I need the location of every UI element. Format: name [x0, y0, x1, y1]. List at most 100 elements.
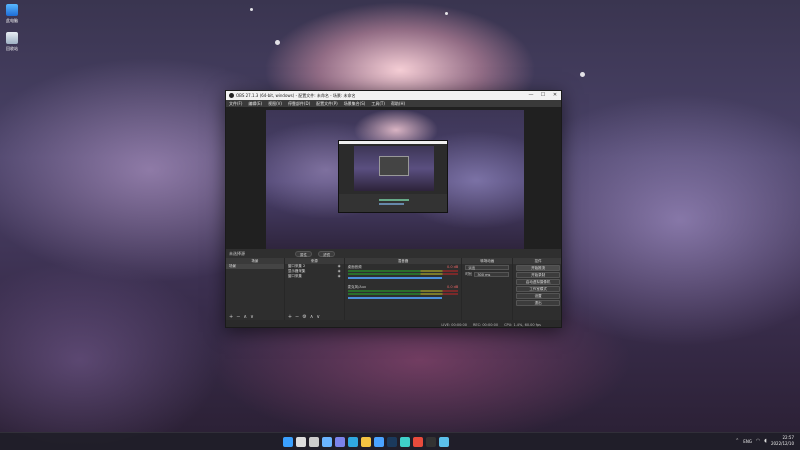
steam-icon[interactable] — [387, 437, 397, 447]
channel-level: 0.0 dB — [447, 285, 459, 289]
ime-indicator[interactable]: ENG — [743, 439, 752, 444]
menu-tools[interactable]: 工具(T) — [371, 101, 385, 107]
edge-icon[interactable] — [348, 437, 358, 447]
scenes-dock: 场景 场景 + − ∧ ∨ — [226, 258, 284, 320]
sparkle — [445, 12, 448, 15]
program-preview[interactable] — [266, 110, 524, 253]
system-tray: ⌃ ENG ◠ ◖ 22:57 2022/12/10 — [735, 435, 794, 447]
menu-help[interactable]: 帮助(H) — [391, 101, 405, 107]
source-toolbar: 未选择源 属性 滤镜 — [226, 249, 561, 258]
studio-mode-button[interactable]: 工作室模式 — [516, 286, 560, 292]
source-item-label: 显示器采集 — [287, 269, 306, 273]
rec-status: REC: 00:00:00 — [472, 322, 499, 327]
nested-preview — [354, 146, 434, 191]
close-button[interactable]: ✕ — [549, 91, 561, 100]
sparkle — [275, 40, 280, 45]
computer-icon — [6, 4, 18, 16]
taskbar-apps — [283, 437, 449, 447]
settings-button[interactable]: 设置 — [516, 293, 560, 299]
source-item[interactable]: ◉ 窗口采集 — [285, 274, 344, 279]
visibility-eye-icon[interactable]: ◉ — [338, 274, 341, 279]
chevron-up-icon[interactable]: ⌃ — [735, 438, 739, 444]
menu-scene-collection[interactable]: 场景集合(S) — [344, 101, 366, 107]
source-item-label: 窗口采集 2 — [287, 264, 306, 268]
add-source-button[interactable]: + — [288, 314, 292, 320]
remove-source-button[interactable]: − — [295, 314, 299, 320]
taskbar: ⌃ ENG ◠ ◖ 22:57 2022/12/10 — [0, 432, 800, 450]
nested-meter — [379, 199, 409, 201]
volume-slider[interactable] — [347, 297, 442, 299]
transition-type-select[interactable]: 淡出 — [465, 265, 510, 270]
chrome-icon[interactable] — [413, 437, 423, 447]
live-status: LIVE: 00:00:00 — [441, 322, 467, 327]
app-icon[interactable] — [400, 437, 410, 447]
menu-view[interactable]: 视图(V) — [268, 101, 282, 107]
desktop-icon-recycle-bin[interactable]: 回收站 — [3, 32, 21, 52]
sparkle — [250, 8, 253, 11]
move-scene-up-button[interactable]: ∧ — [243, 314, 247, 320]
desktop-icon-this-pc[interactable]: 此电脑 — [3, 4, 21, 24]
duration-label: 时长 — [465, 272, 473, 276]
move-source-down-button[interactable]: ∨ — [316, 314, 320, 320]
sources-dock: 来源 ◉ 窗口采集 2 ◉ 显示器采集 ◉ 窗口采集 + − ⚙ ∧ ∨ — [284, 258, 344, 320]
status-bar: LIVE: 00:00:00 REC: 00:00:00 CPU: 1.4%, … — [226, 320, 561, 327]
sparkle — [580, 72, 585, 77]
channel-level: 0.0 dB — [447, 265, 459, 269]
move-source-up-button[interactable]: ∧ — [310, 314, 314, 320]
search-icon[interactable] — [296, 437, 306, 447]
no-source-label: 未选择源 — [229, 250, 245, 256]
bottom-docks: 场景 场景 + − ∧ ∨ 来源 ◉ 窗口采集 2 ◉ 显示器采集 ◉ 窗口采集 + … — [226, 258, 561, 320]
volume-icon[interactable]: ◖ — [764, 438, 767, 444]
store-icon[interactable] — [374, 437, 384, 447]
wifi-icon[interactable]: ◠ — [756, 438, 760, 444]
desktop-icon-label: 此电脑 — [6, 18, 18, 23]
nested-meter — [379, 203, 404, 205]
menu-profile[interactable]: 配置文件(P) — [316, 101, 338, 107]
controls-dock: 控件 开始推流 开始录制 启动虚拟摄像机 工作室模式 设置 退出 — [513, 258, 561, 320]
scenes-footer: + − ∧ ∨ — [226, 313, 284, 320]
duration-input[interactable]: 300 ms — [474, 272, 510, 277]
volume-meter — [347, 290, 459, 292]
start-streaming-button[interactable]: 开始推流 — [516, 265, 560, 271]
widgets-icon[interactable] — [322, 437, 332, 447]
preview-area — [226, 107, 561, 253]
transition-type-row: 淡出 — [462, 264, 512, 271]
move-scene-down-button[interactable]: ∨ — [250, 314, 254, 320]
start-virtual-camera-button[interactable]: 启动虚拟摄像机 — [516, 279, 560, 285]
channel-name: 麦克风/Aux — [347, 285, 367, 289]
title-bar[interactable]: OBS 27.1.3 (64-bit, windows) - 配置文件: 未命名… — [226, 91, 561, 100]
menu-docks[interactable]: 停靠部件(D) — [288, 101, 310, 107]
source-settings-button[interactable]: ⚙ — [302, 314, 306, 320]
mixer-channel: 麦克风/Aux 0.0 dB — [345, 284, 462, 300]
menu-edit[interactable]: 编辑(E) — [248, 101, 262, 107]
volume-slider[interactable] — [347, 277, 442, 279]
nested-title-bar — [339, 141, 447, 144]
clock[interactable]: 22:57 2022/12/10 — [771, 435, 794, 447]
channel-name: 桌面音频 — [347, 265, 362, 269]
filters-button[interactable]: 滤镜 — [318, 250, 335, 257]
window-title: OBS 27.1.3 (64-bit, windows) - 配置文件: 未命名… — [236, 92, 356, 98]
scene-item[interactable]: 场景 — [226, 264, 284, 269]
volume-meter — [347, 270, 459, 272]
obs-icon[interactable] — [426, 437, 436, 447]
obs-window[interactable]: OBS 27.1.3 (64-bit, windows) - 配置文件: 未命名… — [225, 90, 562, 328]
minimize-button[interactable]: — — [525, 91, 537, 100]
desktop-icon-label: 回收站 — [6, 46, 18, 51]
add-scene-button[interactable]: + — [229, 314, 233, 320]
remove-scene-button[interactable]: − — [236, 314, 240, 320]
channel-label: 桌面音频 0.0 dB — [348, 265, 459, 269]
menu-file[interactable]: 文件(F) — [229, 101, 242, 107]
windows-start-icon[interactable] — [283, 437, 293, 447]
file-explorer-icon[interactable] — [361, 437, 371, 447]
task-view-icon[interactable] — [309, 437, 319, 447]
start-recording-button[interactable]: 开始录制 — [516, 272, 560, 278]
exit-button[interactable]: 退出 — [516, 300, 560, 306]
chat-icon[interactable] — [335, 437, 345, 447]
volume-meter — [347, 273, 459, 275]
maximize-button[interactable]: ☐ — [537, 91, 549, 100]
cpu-status: CPU: 1.4%, 60.00 fps — [504, 322, 541, 327]
channel-label: 麦克风/Aux 0.0 dB — [348, 285, 459, 289]
properties-button[interactable]: 属性 — [295, 250, 312, 257]
app2-icon[interactable] — [439, 437, 449, 447]
transitions-dock: 转场动画 淡出 时长 300 ms — [462, 258, 513, 320]
